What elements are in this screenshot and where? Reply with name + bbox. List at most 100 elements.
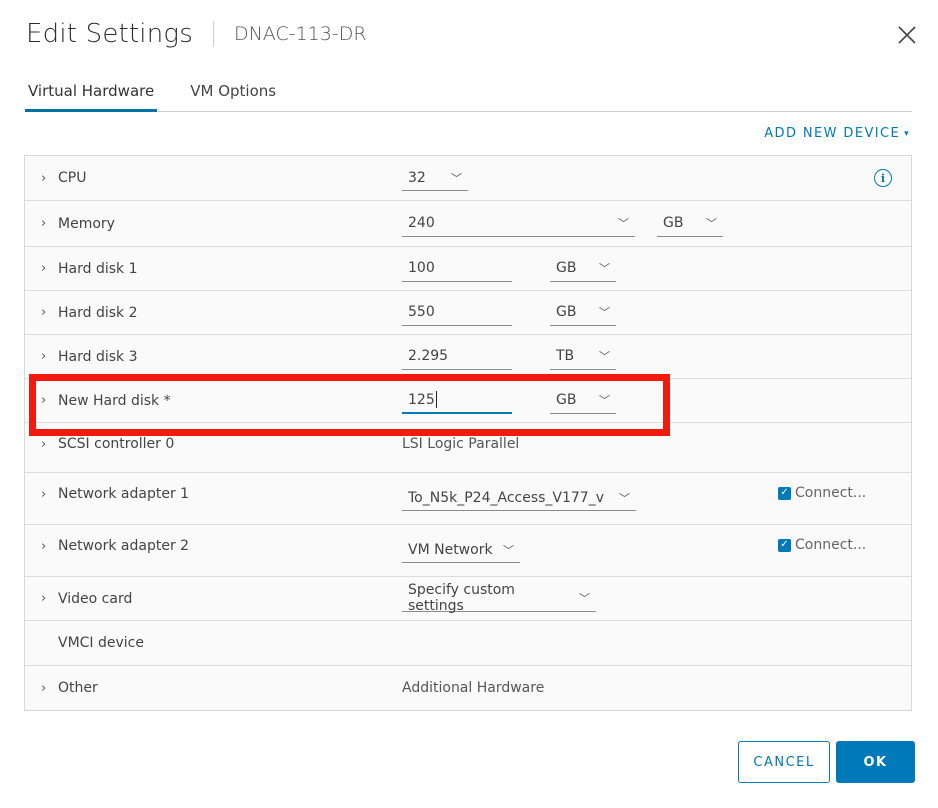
caret-right-icon: › <box>41 591 47 606</box>
row-network-adapter-2: › Network adapter 2 VM Network ﹀ ✓ Conne… <box>25 525 911 577</box>
chevron-down-icon: ﹀ <box>599 262 610 275</box>
info-icon[interactable]: i <box>874 169 892 187</box>
close-button[interactable] <box>896 24 918 46</box>
other-value: Additional Hardware <box>402 680 545 696</box>
title-separator <box>212 21 214 47</box>
row-vmci-device: VMCI device <box>25 621 911 666</box>
row-new-hard-disk-toggle[interactable]: › New Hard disk * <box>41 393 171 409</box>
row-video-card-toggle[interactable]: › Video card <box>41 591 132 607</box>
chevron-down-icon: ﹀ <box>618 217 629 230</box>
hard-disk-3-size: 2.295 <box>408 348 449 364</box>
caret-right-icon: › <box>41 393 47 408</box>
memory-unit-select[interactable]: GB ﹀ <box>657 211 723 237</box>
memory-value: 240 <box>408 215 435 231</box>
video-card-select[interactable]: Specify custom settings ﹀ <box>402 582 596 614</box>
row-label: Network adapter 2 <box>58 538 190 554</box>
vm-name: DNAC-113-DR <box>233 23 367 45</box>
checkbox-checked-icon[interactable]: ✓ <box>778 538 791 552</box>
row-scsi-controller-toggle[interactable]: › SCSI controller 0 <box>41 436 174 452</box>
hard-disk-1-size-input[interactable]: 100 <box>402 256 512 282</box>
new-hard-disk-size-input[interactable]: 125 <box>402 388 512 414</box>
caret-right-icon: › <box>41 680 47 696</box>
hardware-grid: › CPU 32 ﹀ i › Memory 240 ﹀ GB ﹀ › Hard … <box>24 155 912 711</box>
hard-disk-3-size-input[interactable]: 2.295 <box>402 344 512 370</box>
cancel-button[interactable]: CANCEL <box>738 741 830 783</box>
row-label: New Hard disk * <box>58 392 171 409</box>
caret-right-icon: › <box>41 170 47 186</box>
checkbox-checked-icon[interactable]: ✓ <box>778 486 791 500</box>
row-other-toggle[interactable]: › Other <box>41 680 98 696</box>
chevron-down-icon: ﹀ <box>599 306 610 319</box>
caret-right-icon: › <box>41 486 47 502</box>
hard-disk-2-unit: GB <box>556 304 577 320</box>
row-label: Hard disk 3 <box>58 348 138 365</box>
network-adapter-1-select[interactable]: To_N5k_P24_Access_V177_v ﹀ <box>402 485 636 511</box>
close-icon <box>898 26 916 44</box>
hard-disk-2-unit-select[interactable]: GB ﹀ <box>550 300 616 326</box>
caret-right-icon: › <box>41 216 47 231</box>
row-memory: › Memory 240 ﹀ GB ﹀ <box>25 201 911 247</box>
row-label: CPU <box>58 170 87 186</box>
network-adapter-2-connect[interactable]: ✓ Connect... <box>778 537 866 553</box>
row-label: Network adapter 1 <box>58 486 190 502</box>
hard-disk-3-unit: TB <box>556 348 575 364</box>
network-adapter-2-select[interactable]: VM Network ﹀ <box>402 537 520 563</box>
chevron-down-icon: ﹀ <box>599 350 610 363</box>
tab-virtual-hardware[interactable]: Virtual Hardware <box>25 78 158 112</box>
cpu-value: 32 <box>408 169 426 186</box>
row-cpu-toggle[interactable]: › CPU <box>41 170 86 186</box>
memory-input[interactable]: 240 ﹀ <box>402 211 635 237</box>
network-adapter-1-connect[interactable]: ✓ Connect... <box>778 485 866 501</box>
network-adapter-1-value: To_N5k_P24_Access_V177_v <box>408 489 604 506</box>
add-new-device-button[interactable]: ADD NEW DEVICE ▾ <box>764 126 910 141</box>
hard-disk-2-size: 550 <box>408 304 435 320</box>
row-memory-toggle[interactable]: › Memory <box>41 216 115 232</box>
dialog-header: Edit Settings DNAC-113-DR <box>26 16 367 52</box>
row-cpu: › CPU 32 ﹀ i <box>25 156 911 201</box>
ok-button[interactable]: OK <box>836 741 915 783</box>
row-label: Memory <box>58 215 115 232</box>
row-other: › Other Additional Hardware <box>25 666 911 710</box>
tab-vm-options[interactable]: VM Options <box>187 78 279 112</box>
row-video-card: › Video card Specify custom settings ﹀ <box>25 577 911 621</box>
row-network-adapter-2-toggle[interactable]: › Network adapter 2 <box>41 538 189 554</box>
row-vmci-device-label: VMCI device <box>41 635 144 651</box>
tab-bar: Virtual Hardware VM Options <box>25 78 912 112</box>
row-hard-disk-3-toggle[interactable]: › Hard disk 3 <box>41 349 138 365</box>
row-hard-disk-2: › Hard disk 2 550 GB ﹀ <box>25 291 911 335</box>
chevron-down-icon: ﹀ <box>451 171 462 185</box>
caret-right-icon: › <box>41 305 47 320</box>
dialog-title: Edit Settings <box>26 19 193 49</box>
row-label: Hard disk 2 <box>58 304 138 321</box>
row-network-adapter-1-toggle[interactable]: › Network adapter 1 <box>41 486 189 502</box>
scsi-controller-type: LSI Logic Parallel <box>402 436 520 452</box>
connect-label: Connect... <box>795 537 867 553</box>
row-label: Hard disk 1 <box>58 260 138 277</box>
chevron-down-icon: ▾ <box>904 128 910 139</box>
hard-disk-2-size-input[interactable]: 550 <box>402 300 512 326</box>
caret-right-icon: › <box>41 538 47 554</box>
new-hard-disk-unit-select[interactable]: GB ﹀ <box>550 388 616 414</box>
row-new-hard-disk: › New Hard disk * 125 GB ﹀ <box>25 379 911 423</box>
row-label: Other <box>58 680 98 696</box>
row-network-adapter-1: › Network adapter 1 To_N5k_P24_Access_V1… <box>25 473 911 525</box>
chevron-down-icon: ﹀ <box>503 543 514 557</box>
hard-disk-1-size: 100 <box>408 260 435 276</box>
text-cursor <box>435 391 437 408</box>
caret-right-icon: › <box>41 436 47 452</box>
network-adapter-2-value: VM Network <box>408 541 493 558</box>
connect-label: Connect... <box>795 485 867 501</box>
hard-disk-1-unit-select[interactable]: GB ﹀ <box>550 256 616 282</box>
row-label: Video card <box>58 590 133 607</box>
hard-disk-3-unit-select[interactable]: TB ﹀ <box>550 344 616 370</box>
row-hard-disk-1: › Hard disk 1 100 GB ﹀ <box>25 247 911 291</box>
row-hard-disk-1-toggle[interactable]: › Hard disk 1 <box>41 261 138 277</box>
row-hard-disk-2-toggle[interactable]: › Hard disk 2 <box>41 305 138 321</box>
add-new-device-label: ADD NEW DEVICE <box>764 126 901 141</box>
hard-disk-1-unit: GB <box>556 260 577 276</box>
chevron-down-icon: ﹀ <box>579 592 590 605</box>
row-label: SCSI controller 0 <box>58 436 175 452</box>
row-hard-disk-3: › Hard disk 3 2.295 TB ﹀ <box>25 335 911 379</box>
caret-right-icon: › <box>41 349 47 364</box>
cpu-select[interactable]: 32 ﹀ <box>402 165 468 191</box>
